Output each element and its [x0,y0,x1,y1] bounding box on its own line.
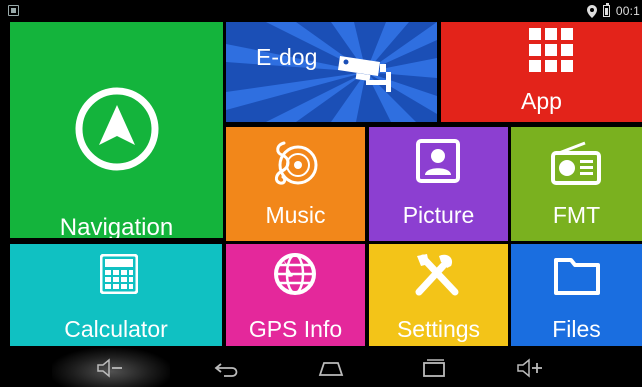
status-bar: 00:1 [0,0,642,22]
tile-label: FMT [552,202,601,228]
tile-label: E-dog [256,44,318,70]
tools-icon [415,254,459,296]
globe-icon [274,253,316,295]
recent-apps-icon[interactable] [419,357,449,379]
tile-label: Music [265,202,326,228]
volume-up-icon[interactable] [515,357,545,379]
volume-down-icon[interactable] [95,357,125,379]
tile-navigation[interactable]: Navigation [10,22,223,238]
tile-gps-info[interactable]: GPS Info [226,244,365,346]
speed-camera-icon [338,56,391,92]
tile-label: Files [552,316,601,342]
navigation-arrow-icon [75,87,159,171]
tile-label: App [521,88,562,114]
battery-icon [602,3,610,17]
tile-label: Settings [396,316,481,342]
radio-icon [551,141,601,185]
calculator-icon [100,254,138,294]
notification-icon [8,5,19,16]
tile-label: Picture [402,202,475,228]
music-disc-icon [274,141,318,185]
tile-files[interactable]: Files [511,244,642,346]
folder-icon [554,258,600,295]
tile-edog[interactable]: E-dog [226,22,437,122]
status-clock: 00:1 [615,4,640,18]
home-icon[interactable] [316,357,346,379]
tile-fmt[interactable]: FMT [511,127,642,241]
tile-picture[interactable]: Picture [369,127,508,241]
tile-label: Calculator [64,316,168,342]
tile-app[interactable]: App [441,22,642,122]
app-grid-icon [529,28,573,72]
picture-icon [416,139,460,183]
starburst-background [226,22,437,122]
tile-label: Navigation [59,214,174,238]
tile-label: GPS Info [248,316,343,342]
tile-calculator[interactable]: Calculator [10,244,222,346]
back-icon[interactable] [212,357,242,379]
tile-settings[interactable]: Settings [369,244,508,346]
location-pin-icon [586,4,597,18]
system-nav-bar [0,348,642,387]
tile-music[interactable]: Music [226,127,365,241]
